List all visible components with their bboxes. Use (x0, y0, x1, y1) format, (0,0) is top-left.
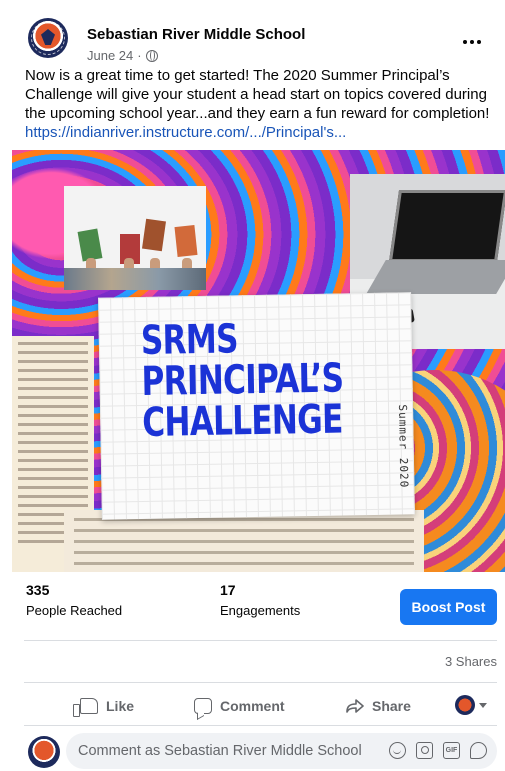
boost-post-button[interactable]: Boost Post (400, 589, 497, 625)
people-reached-label: People Reached (26, 603, 123, 618)
post-body: Now is a great time to get started! The … (25, 67, 490, 122)
headline-line-3: CHALLENGE (141, 396, 343, 446)
divider (24, 640, 497, 641)
like-button[interactable]: Like (73, 690, 135, 722)
like-icon (73, 698, 98, 717)
post-as-selector[interactable] (455, 695, 487, 715)
like-label: Like (106, 698, 135, 714)
post-header: Sebastian River Middle School June 24 · (12, 12, 493, 63)
comment-button[interactable]: Comment (194, 690, 285, 722)
books-photo (64, 186, 206, 290)
page-avatar[interactable] (28, 18, 68, 58)
action-bar: Like Comment Share (24, 690, 497, 722)
more-icon[interactable] (457, 30, 487, 54)
post-date[interactable]: June 24 (87, 48, 133, 63)
meta-separator: · (137, 48, 142, 63)
camera-icon[interactable] (416, 742, 433, 759)
page-name[interactable]: Sebastian River Middle School (87, 26, 305, 43)
commenter-avatar (28, 736, 60, 768)
comment-label: Comment (220, 698, 285, 714)
facebook-post: Sebastian River Middle School June 24 · … (0, 0, 505, 771)
share-label: Share (372, 698, 411, 714)
comment-composer: GIF (24, 733, 497, 769)
gif-icon[interactable]: GIF (443, 742, 460, 759)
engagements-label: Engagements (220, 603, 301, 618)
comment-input[interactable] (78, 733, 368, 769)
post-meta: June 24 · (87, 48, 158, 63)
engagements-value: 17 (220, 582, 236, 598)
image-side-label: Summer 2020 (395, 404, 411, 489)
share-button[interactable]: Share (346, 690, 411, 722)
divider (24, 725, 497, 726)
page-avatar-small (455, 695, 475, 715)
image-headline: SRMS PRINCIPAL’S CHALLENGE (140, 316, 344, 446)
people-reached-stat[interactable]: 335 People Reached (26, 582, 122, 618)
sticker-icon[interactable] (470, 742, 487, 759)
shares-count[interactable]: 3 Shares (445, 654, 497, 669)
divider (24, 682, 497, 683)
caret-down-icon (479, 702, 487, 708)
share-icon (346, 699, 364, 713)
comment-box: GIF (66, 733, 497, 769)
emoji-icon[interactable] (389, 742, 406, 759)
headline-card: SRMS PRINCIPAL’S CHALLENGE Summer 2020 (98, 292, 415, 520)
engagements-stat[interactable]: 17 Engagements (220, 582, 300, 618)
people-reached-value: 335 (26, 582, 50, 598)
post-link[interactable]: https://indianriver.instructure.com/.../… (25, 124, 346, 141)
globe-icon (145, 49, 158, 62)
comment-tools: GIF (389, 742, 487, 759)
post-text: Now is a great time to get started! The … (25, 66, 497, 142)
post-image[interactable]: SRMS PRINCIPAL’S CHALLENGE Summer 2020 (12, 150, 505, 572)
comment-icon (194, 698, 212, 714)
